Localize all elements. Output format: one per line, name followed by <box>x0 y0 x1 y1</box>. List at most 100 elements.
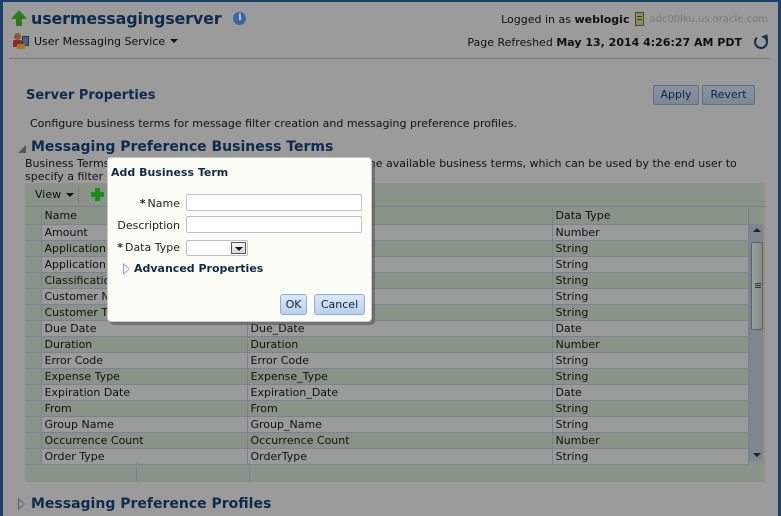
logged-in-prefix: Logged in as <box>501 12 571 26</box>
table-row[interactable]: Occurrence Count Occurrence Count Number <box>25 432 749 449</box>
page-refreshed-prefix: Page Refreshed <box>467 35 553 49</box>
cell-description: Duration <box>247 336 553 353</box>
advanced-properties-label: Advanced Properties <box>134 262 264 275</box>
cell-data-type: Date <box>552 320 749 337</box>
target-menu[interactable]: User Messaging Service <box>13 33 179 49</box>
dropdown-arrow-icon[interactable] <box>231 242 246 254</box>
page-description: Configure business terms for message fil… <box>30 117 517 130</box>
cell-data-type: Date <box>552 384 749 401</box>
cell-name: Error Code <box>41 352 248 369</box>
app-header: usermessagingserver i <box>11 9 247 28</box>
table-row[interactable]: Expense Type Expense_Type String <box>25 368 749 385</box>
name-label-text: Name <box>147 197 180 210</box>
cell-data-type: Number <box>552 224 749 241</box>
data-type-label-text: Data Type <box>124 241 180 254</box>
chevron-down-icon <box>66 192 75 197</box>
cell-name: From <box>41 400 248 417</box>
business-terms-title: Messaging Preference Business Terms <box>31 139 334 155</box>
cell-description: Occurrence Count <box>247 432 553 449</box>
expand-icon <box>123 262 130 275</box>
table-row[interactable]: Due Date Due_Date Date <box>25 320 749 337</box>
row-selector[interactable] <box>25 272 42 289</box>
cell-data-type: String <box>552 416 749 433</box>
expand-icon <box>18 498 25 510</box>
business-terms-section-header[interactable]: Messaging Preference Business Terms <box>18 139 333 155</box>
row-selector[interactable] <box>25 368 42 385</box>
description-input[interactable] <box>186 216 362 233</box>
row-selector[interactable] <box>25 416 42 433</box>
table-row[interactable]: Group Name Group_Name String <box>25 416 749 433</box>
description-label: Description <box>117 219 180 232</box>
row-selector[interactable] <box>25 224 42 241</box>
table-row[interactable]: Duration Duration Number <box>25 336 749 353</box>
chevron-down-icon <box>170 39 179 43</box>
page-frame: usermessagingserver i User Messaging Ser… <box>0 0 781 516</box>
required-marker: * <box>139 197 146 210</box>
required-marker: * <box>117 241 123 254</box>
cell-description: Expense_Type <box>247 368 553 385</box>
row-selector[interactable] <box>25 256 42 273</box>
page-title: Server Properties <box>26 88 156 103</box>
cell-data-type: String <box>552 240 749 257</box>
row-selector[interactable] <box>25 240 42 257</box>
table-row[interactable]: Error Code Error Code String <box>25 352 749 369</box>
cell-data-type: String <box>552 400 749 417</box>
collapse-icon <box>18 144 26 153</box>
row-selector[interactable] <box>25 352 42 369</box>
cell-data-type: String <box>552 304 749 321</box>
table-row[interactable]: From From String <box>25 400 749 417</box>
server-icon <box>635 12 645 26</box>
row-selector[interactable] <box>25 384 42 401</box>
messaging-service-icon <box>13 33 30 49</box>
name-input[interactable] <box>186 194 362 211</box>
cell-name: Group Name <box>41 416 248 433</box>
cell-data-type: String <box>552 352 749 369</box>
revert-button[interactable]: Revert <box>702 85 755 105</box>
preference-profiles-title: Messaging Preference Profiles <box>31 496 272 512</box>
row-selector[interactable] <box>25 432 42 449</box>
cancel-button[interactable]: Cancel <box>314 294 365 315</box>
ok-button[interactable]: OK <box>280 294 307 315</box>
scroll-up-icon[interactable] <box>753 228 761 232</box>
data-type-select[interactable] <box>186 240 248 256</box>
scroll-thumb[interactable] <box>751 242 763 330</box>
cell-data-type: String <box>552 288 749 305</box>
column-header-data-type[interactable]: Data Type <box>552 208 749 225</box>
row-selector[interactable] <box>25 400 42 417</box>
refresh-icon[interactable] <box>754 35 768 49</box>
row-selector[interactable] <box>25 288 42 305</box>
apply-button[interactable]: Apply <box>653 85 699 105</box>
cell-name: Occurrence Count <box>41 432 248 449</box>
cell-name: Due Date <box>41 320 248 337</box>
row-selector[interactable] <box>25 320 42 337</box>
info-icon[interactable]: i <box>233 12 247 25</box>
cell-name: Expiration Date <box>41 384 248 401</box>
target-menu-label: User Messaging Service <box>34 34 166 48</box>
cell-data-type: String <box>552 368 749 385</box>
table-row[interactable]: Order Type OrderType String <box>25 448 749 465</box>
advanced-properties-toggle[interactable]: Advanced Properties <box>123 262 263 275</box>
footer-divider <box>136 463 137 482</box>
row-selector[interactable] <box>25 304 42 321</box>
table-scrollbar[interactable] <box>749 224 763 461</box>
cell-description: Error Code <box>247 352 553 369</box>
table-row[interactable]: Expiration Date Expiration_Date Date <box>25 384 749 401</box>
preference-profiles-section-header[interactable]: Messaging Preference Profiles <box>18 496 271 512</box>
app-title: usermessagingserver <box>31 9 222 28</box>
dialog-title: Add Business Term <box>111 166 229 179</box>
name-label: * Name <box>140 197 180 210</box>
row-selector[interactable] <box>25 336 42 353</box>
cell-data-type: String <box>552 256 749 273</box>
status-up-icon <box>11 9 27 28</box>
cell-name: Duration <box>41 336 248 353</box>
row-selector[interactable] <box>25 448 42 465</box>
view-menu[interactable]: View <box>35 188 75 201</box>
cell-description: Group_Name <box>247 416 553 433</box>
add-icon[interactable] <box>91 188 104 201</box>
scroll-down-icon[interactable] <box>753 453 761 457</box>
page-refreshed-time: May 13, 2014 4:26:27 AM PDT <box>556 35 742 49</box>
row-selector-header <box>25 208 42 225</box>
cell-description: Due_Date <box>247 320 553 337</box>
host-name: adc00lku.us.oracle.com <box>649 13 768 25</box>
cell-description: Expiration_Date <box>247 384 553 401</box>
